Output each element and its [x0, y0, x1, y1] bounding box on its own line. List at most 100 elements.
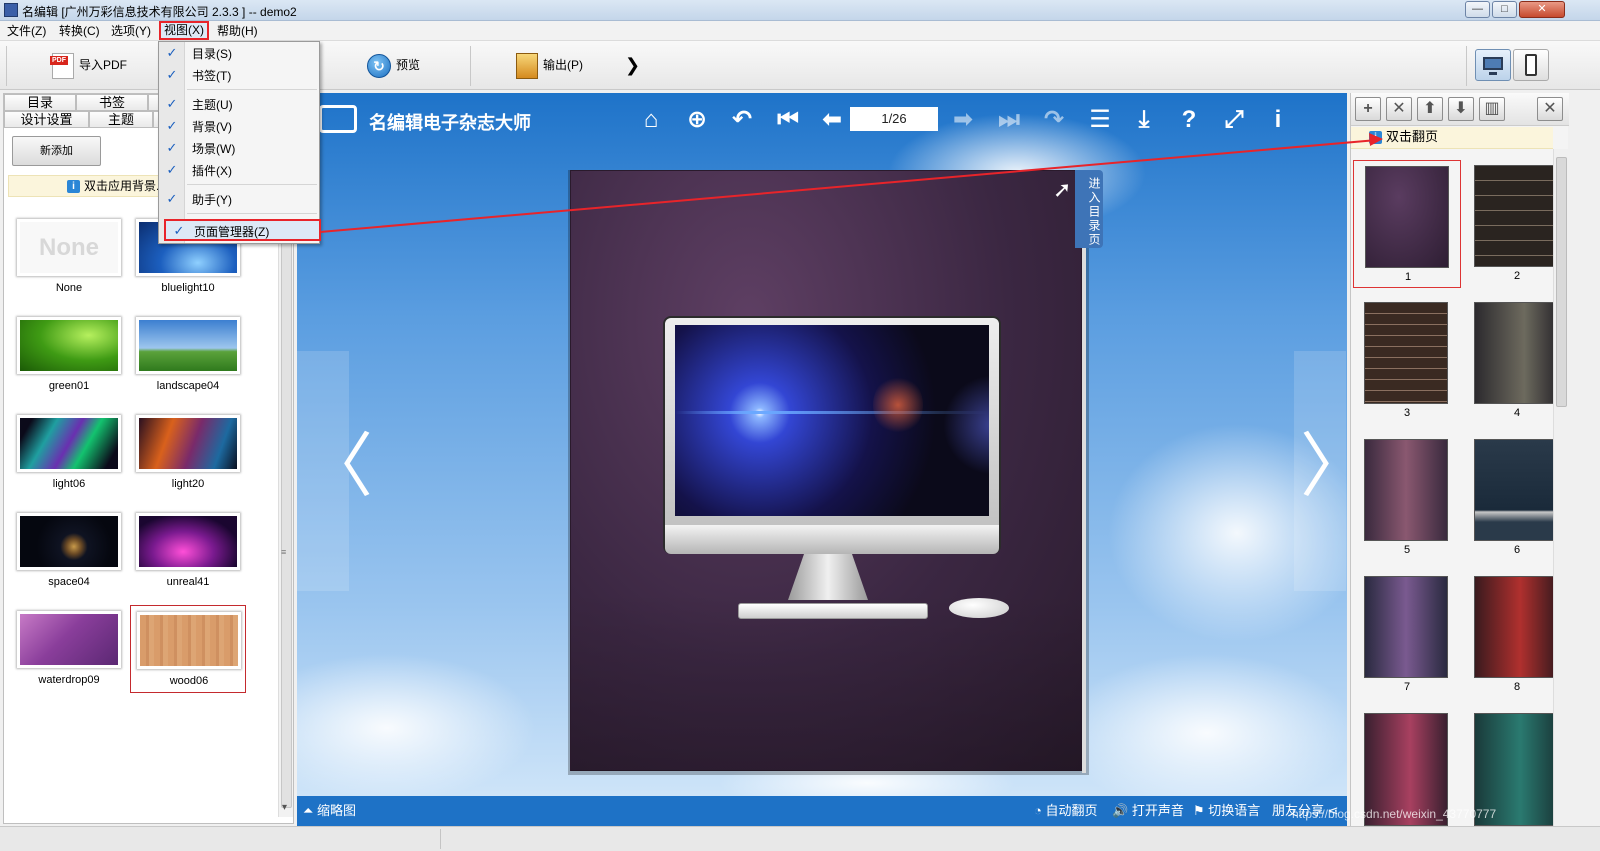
first-page-icon[interactable]: ⏮: [773, 105, 803, 135]
pdf-badge: PDF: [50, 55, 68, 65]
forward-icon[interactable]: ↷: [1039, 105, 1069, 135]
add-new-button[interactable]: 新添加: [12, 136, 101, 166]
output-button[interactable]: 输出(P): [516, 49, 583, 81]
delete-page-button[interactable]: ✕: [1386, 97, 1412, 121]
scroll-down-icon[interactable]: ▾: [282, 802, 287, 813]
next-page-arrow[interactable]: 〉: [1294, 351, 1347, 591]
page-manager-scrollbar[interactable]: [1553, 149, 1568, 826]
page-thumb-1[interactable]: 1: [1353, 160, 1461, 288]
menu-item-plugin[interactable]: ✓ 插件(X): [159, 160, 319, 182]
last-page-icon[interactable]: ⏭: [994, 105, 1024, 135]
menu-options[interactable]: 选项(Y): [108, 23, 154, 39]
menu-item-page-manager[interactable]: ✓ 页面管理器(Z): [164, 219, 321, 241]
menu-view[interactable]: 视图(X): [159, 21, 209, 40]
background-thumb-light06[interactable]: light06: [14, 405, 124, 497]
page-preview: [1474, 576, 1558, 678]
tab-design-settings[interactable]: 设计设置: [4, 111, 89, 128]
move-up-button[interactable]: ⬆: [1417, 97, 1443, 121]
checkmark-icon: ✓: [166, 191, 178, 206]
scrollbar-thumb[interactable]: [281, 223, 292, 808]
language-label: 切换语言: [1208, 803, 1261, 818]
menu-convert[interactable]: 转换(C): [56, 23, 103, 39]
next-page-icon[interactable]: ➡: [948, 105, 978, 135]
back-icon[interactable]: ↶: [727, 105, 757, 135]
menu-item-label: 主题(U): [192, 98, 233, 112]
move-down-button[interactable]: ⬇: [1448, 97, 1474, 121]
preview-button[interactable]: ↻ 预览: [367, 49, 420, 81]
background-name: wood06: [169, 675, 209, 687]
chevron-right-icon[interactable]: ❯: [625, 49, 640, 81]
background-thumb-light20[interactable]: light20: [133, 405, 243, 497]
page-layout-button[interactable]: ▥: [1479, 97, 1505, 121]
download-icon[interactable]: ⤓: [1129, 105, 1159, 135]
grip-icon: ≡: [281, 547, 287, 557]
page-number: 5: [1403, 544, 1411, 556]
menu-help[interactable]: 帮助(H): [214, 23, 261, 39]
zoom-in-icon[interactable]: ⊕: [682, 105, 712, 135]
page-thumb-3[interactable]: 3: [1353, 297, 1461, 425]
background-name: unreal41: [166, 576, 210, 588]
tab-toc[interactable]: 目录: [4, 94, 76, 111]
left-scrollbar[interactable]: ≡: [278, 217, 293, 817]
cloud: [297, 653, 537, 803]
page-thumb-7[interactable]: 7: [1353, 571, 1461, 699]
refresh-icon: ↻: [367, 53, 391, 78]
page-manager-panel: + ✕ ⬆ ⬇ ▥ ✕ i 双击翻页 1 2 3 4 5 6 7 8: [1350, 93, 1569, 826]
background-thumb-unreal41[interactable]: unreal41: [133, 503, 243, 595]
prev-page-icon[interactable]: ⬅: [817, 105, 847, 135]
home-icon[interactable]: ⌂: [636, 105, 666, 135]
chevron-right-icon: 〉: [1300, 431, 1347, 501]
background-preview: [17, 513, 121, 570]
window-title: 名编辑 [广州万彩信息技术有限公司 2.3.3 ] -- demo2: [22, 5, 297, 19]
thumbnail-button[interactable]: ⏶ 缩略图: [303, 796, 356, 826]
minimize-button[interactable]: —: [1465, 1, 1490, 18]
page-number-input[interactable]: 1/26: [850, 107, 938, 131]
help-icon[interactable]: ?: [1174, 105, 1204, 135]
menu-item-label: 背景(V): [192, 120, 232, 134]
background-thumb-waterdrop09[interactable]: waterdrop09: [14, 601, 124, 693]
scrollbar-thumb[interactable]: [1556, 157, 1567, 407]
menu-item-theme[interactable]: ✓ 主题(U): [159, 94, 319, 116]
output-label: 输出(P): [543, 58, 583, 72]
info-icon[interactable]: i: [1263, 105, 1293, 135]
watermark-text: https://blog.csdn.net/weixin_43770777: [1292, 807, 1497, 821]
background-thumb-space04[interactable]: space04: [14, 503, 124, 595]
language-button[interactable]: ⚑ 切换语言: [1193, 796, 1260, 826]
menu-item-scene[interactable]: ✓ 场景(W): [159, 138, 319, 160]
page-corner-icon[interactable]: ➚: [1053, 177, 1071, 203]
menu-item-label: 书签(T): [192, 69, 232, 83]
menu-item-bookmark[interactable]: ✓ 书签(T): [159, 65, 319, 87]
add-page-button[interactable]: +: [1355, 97, 1381, 121]
book-page[interactable]: ➚: [570, 170, 1083, 771]
page-number: 3: [1403, 407, 1411, 419]
prev-page-arrow[interactable]: 〈: [297, 351, 373, 591]
close-button[interactable]: ✕: [1519, 1, 1565, 18]
toc-list-icon[interactable]: ☰: [1085, 105, 1115, 135]
autoflip-button[interactable]: ◔ 自动翻页: [1034, 796, 1098, 826]
speaker-icon: 🔊: [1112, 803, 1129, 818]
menu-file[interactable]: 文件(Z): [4, 23, 49, 39]
menu-item-toc[interactable]: ✓ 目录(S): [159, 43, 319, 65]
sound-button[interactable]: 🔊 打开声音: [1112, 796, 1184, 826]
page-preview: [1365, 166, 1449, 268]
tab-bookmark[interactable]: 书签: [76, 94, 148, 111]
maximize-button[interactable]: □: [1492, 1, 1517, 18]
menu-item-assistant[interactable]: ✓ 助手(Y): [159, 189, 319, 211]
menu-item-background[interactable]: ✓ 背景(V): [159, 116, 319, 138]
background-thumb-none[interactable]: None None: [14, 209, 124, 301]
background-thumb-landscape04[interactable]: landscape04: [133, 307, 243, 399]
mobile-view-button[interactable]: [1513, 49, 1549, 81]
close-panel-button[interactable]: ✕: [1537, 97, 1563, 121]
tab-theme[interactable]: 主题: [89, 111, 153, 128]
fullscreen-icon[interactable]: ⤢: [1219, 105, 1249, 135]
status-bar: [0, 826, 1600, 851]
toolbar-separator: [470, 46, 471, 86]
background-thumb-wood06[interactable]: wood06: [130, 605, 246, 693]
background-thumb-green01[interactable]: green01: [14, 307, 124, 399]
enter-toc-tab[interactable]: 进入目录页: [1075, 170, 1103, 248]
desktop-view-button[interactable]: [1475, 49, 1511, 81]
import-pdf-button[interactable]: PDF 导入PDF: [50, 49, 128, 81]
import-pdf-label: 导入PDF: [79, 58, 128, 72]
page-thumb-5[interactable]: 5: [1353, 434, 1461, 562]
viewer-top-bar: 名编辑电子杂志大师 ⌂ ⊕ ↶ ⏮ ⬅ ➡ ⏭ ↷ ☰ ⤓? ⤢ i 1/26: [297, 93, 1347, 145]
